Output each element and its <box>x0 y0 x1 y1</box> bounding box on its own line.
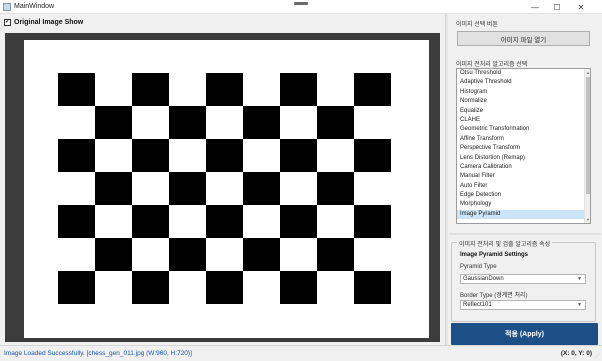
board-square <box>95 106 132 139</box>
algorithm-list[interactable]: Otsu Threshold Adaptive Threshold Histogra… <box>456 68 591 224</box>
open-image-button[interactable]: 이미지 파일 열기 <box>457 31 590 46</box>
algorithm-select-label: 이미지 전처리 알고리즘 선택 <box>456 62 528 68</box>
board-square <box>243 106 280 139</box>
resize-grip-icon[interactable]: ⋰ <box>595 353 600 359</box>
show-original-toggle[interactable]: ✓ Original Image Show <box>4 19 83 26</box>
board-square <box>169 238 206 271</box>
board-square <box>354 205 391 238</box>
chessboard-image <box>58 73 391 304</box>
pyramid-type-label: Pyramid Type <box>460 264 497 270</box>
board-square <box>280 205 317 238</box>
image-panel: ✓ Original Image Show <box>0 14 445 345</box>
algorithm-item[interactable]: Normalize <box>457 97 590 106</box>
properties-group: 이미지 전처리 및 검출 알고리즘 속성 Image Pyramid Setti… <box>451 239 596 322</box>
board-square <box>169 106 206 139</box>
board-square <box>132 271 169 304</box>
border-type-select[interactable]: Reflect101 ▼ <box>460 300 586 310</box>
board-square <box>317 172 354 205</box>
board-square <box>280 73 317 106</box>
algorithm-item[interactable]: CLAHE <box>457 116 590 125</box>
show-original-checkbox[interactable]: ✓ <box>4 19 11 26</box>
window-title: MainWindow <box>14 3 55 10</box>
maximize-icon: ☐ <box>553 2 561 12</box>
board-square <box>169 172 206 205</box>
algorithm-item[interactable]: Perspective Transform <box>457 144 590 153</box>
properties-group-title: 이미지 전처리 및 검출 알고리즘 속성 <box>457 239 553 248</box>
app-icon <box>3 3 11 11</box>
algorithm-item[interactable]: Auto Filter <box>457 182 590 191</box>
algorithm-item[interactable]: Morphology <box>457 200 590 209</box>
board-square <box>58 139 95 172</box>
show-original-label: Original Image Show <box>14 19 84 26</box>
chevron-down-icon: ▼ <box>577 276 582 282</box>
board-square <box>95 238 132 271</box>
title-bar[interactable]: MainWindow — ☐ ✕ <box>0 0 602 14</box>
section-splitter[interactable] <box>449 233 601 235</box>
scroll-up-icon[interactable]: ▲ <box>585 70 590 75</box>
board-square <box>132 205 169 238</box>
board-square <box>354 139 391 172</box>
close-button[interactable]: ✕ <box>570 0 592 14</box>
chevron-down-icon: ▼ <box>577 302 582 308</box>
image-view[interactable] <box>5 33 440 342</box>
algorithm-item[interactable]: Otsu Threshold <box>457 69 590 78</box>
board-square <box>206 205 243 238</box>
board-square <box>132 73 169 106</box>
minimize-button[interactable]: — <box>524 0 546 14</box>
algorithm-item[interactable]: Affine Transform <box>457 135 590 144</box>
board-square <box>243 238 280 271</box>
algorithm-item[interactable]: Lens Distortion (Remap) <box>457 154 590 163</box>
board-square <box>58 271 95 304</box>
algorithm-item[interactable]: Edge Detection <box>457 191 590 200</box>
scrollbar-thumb[interactable] <box>586 77 590 194</box>
algorithm-item[interactable]: Camera Calibration <box>457 163 590 172</box>
board-square <box>95 172 132 205</box>
board-square <box>280 139 317 172</box>
algorithm-item[interactable]: Equalize <box>457 107 590 116</box>
board-square <box>206 271 243 304</box>
board-square <box>317 106 354 139</box>
board-square <box>132 139 169 172</box>
apply-button[interactable]: 적용 (Apply) <box>451 323 598 345</box>
status-message: Image Loaded Successfully. [chess_gen_01… <box>4 350 192 357</box>
pyramid-type-value: GaussianDown <box>463 276 504 282</box>
algorithm-item[interactable]: Manual Filter <box>457 172 590 181</box>
check-icon: ✓ <box>5 19 11 25</box>
board-square <box>58 73 95 106</box>
image-canvas <box>24 40 429 338</box>
maximize-button[interactable]: ☐ <box>546 0 568 14</box>
border-type-label: Border Type (경계면 처리) <box>460 293 528 299</box>
algorithm-item[interactable]: Geometric Transformation <box>457 125 590 134</box>
image-select-label: 이미지 선택 버튼 <box>456 22 498 28</box>
border-type-value: Reflect101 <box>463 302 492 308</box>
board-square <box>206 73 243 106</box>
pyramid-type-select[interactable]: GaussianDown ▼ <box>460 274 586 284</box>
cursor-coordinates: (X: 0, Y: 0) <box>560 350 592 357</box>
status-bar: Image Loaded Successfully. [chess_gen_01… <box>0 345 602 361</box>
board-square <box>280 271 317 304</box>
board-square <box>206 139 243 172</box>
algorithm-item[interactable]: Adaptive Threshold <box>457 78 590 87</box>
algorithm-item[interactable]: Image Pyramid <box>457 209 590 220</box>
close-icon: ✕ <box>577 2 585 12</box>
list-scrollbar[interactable]: ▲ ▼ <box>584 69 590 223</box>
board-square <box>243 172 280 205</box>
board-square <box>354 73 391 106</box>
board-square <box>317 238 354 271</box>
minimize-icon: — <box>531 2 539 12</box>
settings-title: Image Pyramid Settings <box>460 252 529 258</box>
control-panel: 이미지 선택 버튼 이미지 파일 열기 이미지 전처리 알고리즘 선택 Otsu… <box>445 14 602 345</box>
board-square <box>354 271 391 304</box>
drag-handle[interactable] <box>294 2 308 5</box>
scroll-down-icon[interactable]: ▼ <box>585 217 590 222</box>
board-square <box>58 205 95 238</box>
algorithm-item[interactable]: Histogram <box>457 88 590 97</box>
